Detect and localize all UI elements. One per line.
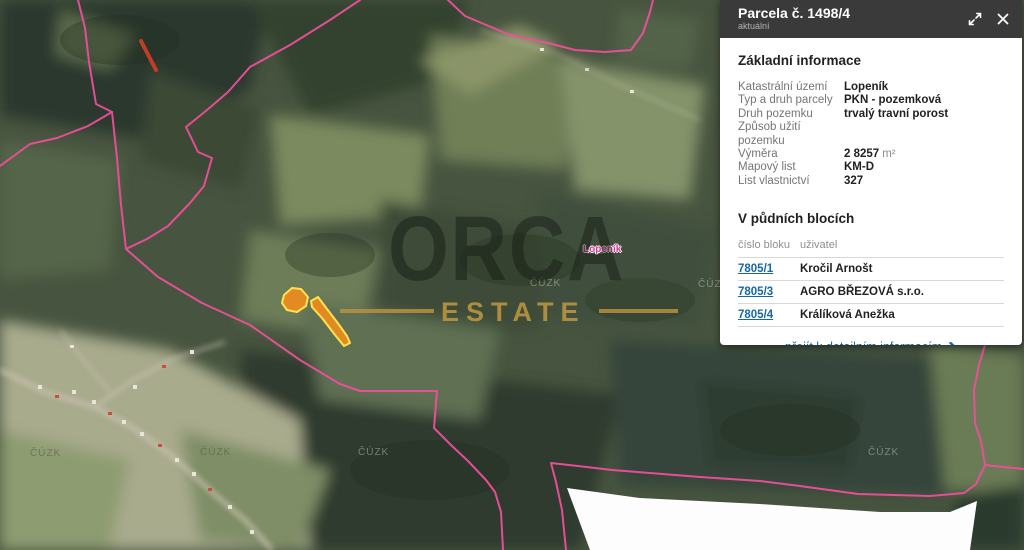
field-value: 2 8257 [844,148,879,161]
field-unit: m² [882,148,895,161]
field-row: Mapový list KM-D [738,161,1004,174]
close-icon[interactable] [996,12,1010,26]
soil-blocks-heading: V půdních blocích [738,211,1004,226]
field-label: Mapový list [738,161,844,174]
resize-panel-icon[interactable] [968,12,982,26]
field-label: Druh pozemku [738,108,844,121]
panel-subtitle: aktuální [738,21,968,32]
parcel-info-panel: Parcela č. 1498/4 aktuální Základní info… [720,0,1022,345]
field-row: Katastrální území Lopeník [738,81,1004,94]
field-value: KM-D [844,161,874,174]
field-value: 327 [844,175,863,188]
panel-title: Parcela č. 1498/4 [738,6,968,21]
column-header: číslo bloku [738,239,800,251]
detail-info-link-label: přejít k detailním informacím [785,340,942,345]
basic-info-fields: Katastrální území Lopeník Typ a druh par… [738,81,1004,188]
block-number-link[interactable]: 7805/3 [738,286,773,298]
column-header: uživatel [800,239,837,251]
field-row: Výměra 2 8257 m² [738,148,1004,161]
field-value: Lopeník [844,81,888,94]
field-value: PKN - pozemková [844,94,941,107]
block-user: AGRO BŘEZOVÁ s.r.o. [800,286,924,298]
field-row: Druh pozemku trvalý travní porost [738,108,1004,121]
field-label: Typ a druh parcely [738,94,844,107]
field-value: trvalý travní porost [844,108,948,121]
block-number-link[interactable]: 7805/4 [738,309,773,321]
table-header: číslo bloku uživatel [738,239,1004,258]
soil-blocks-section: V půdních blocích číslo bloku uživatel 7… [738,211,1004,327]
table-row: 7805/4 Králíková Anežka [738,304,1004,327]
table-row: 7805/1 Kročil Arnošt [738,258,1004,281]
panel-body: Základní informace Katastrální území Lop… [720,38,1022,345]
field-row: Způsob užití pozemku [738,121,1004,148]
basic-info-heading: Základní informace [738,53,1004,68]
field-label: Způsob užití pozemku [738,121,844,148]
field-label: Výměra [738,148,844,161]
block-user: Králíková Anežka [800,309,895,321]
detail-info-link[interactable]: přejít k detailním informacím [738,340,1004,345]
block-number-link[interactable]: 7805/1 [738,263,773,275]
chevron-right-icon [949,342,957,345]
panel-header: Parcela č. 1498/4 aktuální [720,0,1022,38]
table-row: 7805/3 AGRO BŘEZOVÁ s.r.o. [738,281,1004,304]
block-user: Kročil Arnošt [800,263,872,275]
field-row: List vlastnictví 327 [738,175,1004,188]
field-label: List vlastnictví [738,175,844,188]
field-label: Katastrální území [738,81,844,94]
field-row: Typ a druh parcely PKN - pozemková [738,94,1004,107]
